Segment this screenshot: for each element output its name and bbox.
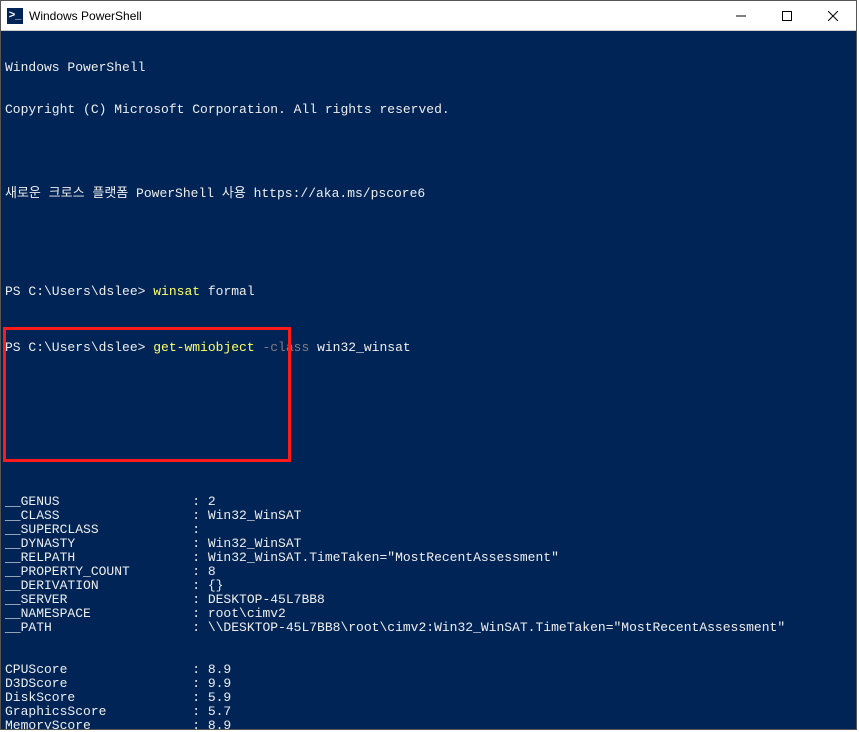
output-row: __SUPERCLASS : <box>5 523 852 537</box>
meta-block: __GENUS : 2__CLASS : Win32_WinSAT__SUPER… <box>5 495 852 635</box>
prompt-text: PS C:\Users\dslee> <box>5 284 153 299</box>
command-arg: formal <box>208 284 255 299</box>
powershell-icon-glyph: >_ <box>9 10 22 21</box>
terminal-area[interactable]: Windows PowerShell Copyright (C) Microso… <box>1 31 856 729</box>
prompt-text: PS C:\Users\dslee> <box>5 340 153 355</box>
blank-line <box>5 397 852 411</box>
powershell-window: >_ Windows PowerShell Windows PowerShell… <box>0 0 857 730</box>
powershell-icon: >_ <box>7 8 23 24</box>
score-block: CPUScore : 8.9D3DScore : 9.9DiskScore : … <box>5 663 852 729</box>
window-title: Windows PowerShell <box>29 9 142 23</box>
header-line-2: Copyright (C) Microsoft Corporation. All… <box>5 103 852 117</box>
blank-line <box>5 229 852 243</box>
command-param: -class <box>262 340 317 355</box>
output-row: DiskScore : 5.9 <box>5 691 852 705</box>
output-row: __DERIVATION : {} <box>5 579 852 593</box>
minimize-button[interactable] <box>718 1 764 31</box>
output-row: __DYNASTY : Win32_WinSAT <box>5 537 852 551</box>
close-icon <box>828 11 838 21</box>
blank-line <box>5 439 852 453</box>
output-row: __CLASS : Win32_WinSAT <box>5 509 852 523</box>
command-exe: get-wmiobject <box>153 340 262 355</box>
command-line-2: PS C:\Users\dslee> get-wmiobject -class … <box>5 341 852 355</box>
command-arg: win32_winsat <box>317 340 411 355</box>
output-row: __SERVER : DESKTOP-45L7BB8 <box>5 593 852 607</box>
output-row: __PROPERTY_COUNT : 8 <box>5 565 852 579</box>
command-line-1: PS C:\Users\dslee> winsat formal <box>5 285 852 299</box>
output-row: __GENUS : 2 <box>5 495 852 509</box>
output-row: __NAMESPACE : root\cimv2 <box>5 607 852 621</box>
output-row: __PATH : \\DESKTOP-45L7BB8\root\cimv2:Wi… <box>5 621 852 635</box>
window-controls <box>718 1 856 31</box>
blank-line <box>5 145 852 159</box>
maximize-button[interactable] <box>764 1 810 31</box>
output-row: __RELPATH : Win32_WinSAT.TimeTaken="Most… <box>5 551 852 565</box>
output-row: GraphicsScore : 5.7 <box>5 705 852 719</box>
maximize-icon <box>782 11 792 21</box>
minimize-icon <box>736 11 746 21</box>
header-line-3: 새로운 크로스 플랫폼 PowerShell 사용 https://aka.ms… <box>5 187 852 201</box>
output-row: D3DScore : 9.9 <box>5 677 852 691</box>
header-line-1: Windows PowerShell <box>5 61 852 75</box>
close-button[interactable] <box>810 1 856 31</box>
title-bar[interactable]: >_ Windows PowerShell <box>1 1 856 31</box>
output-row: MemoryScore : 8.9 <box>5 719 852 729</box>
output-row: CPUScore : 8.9 <box>5 663 852 677</box>
command-exe: winsat <box>153 284 208 299</box>
